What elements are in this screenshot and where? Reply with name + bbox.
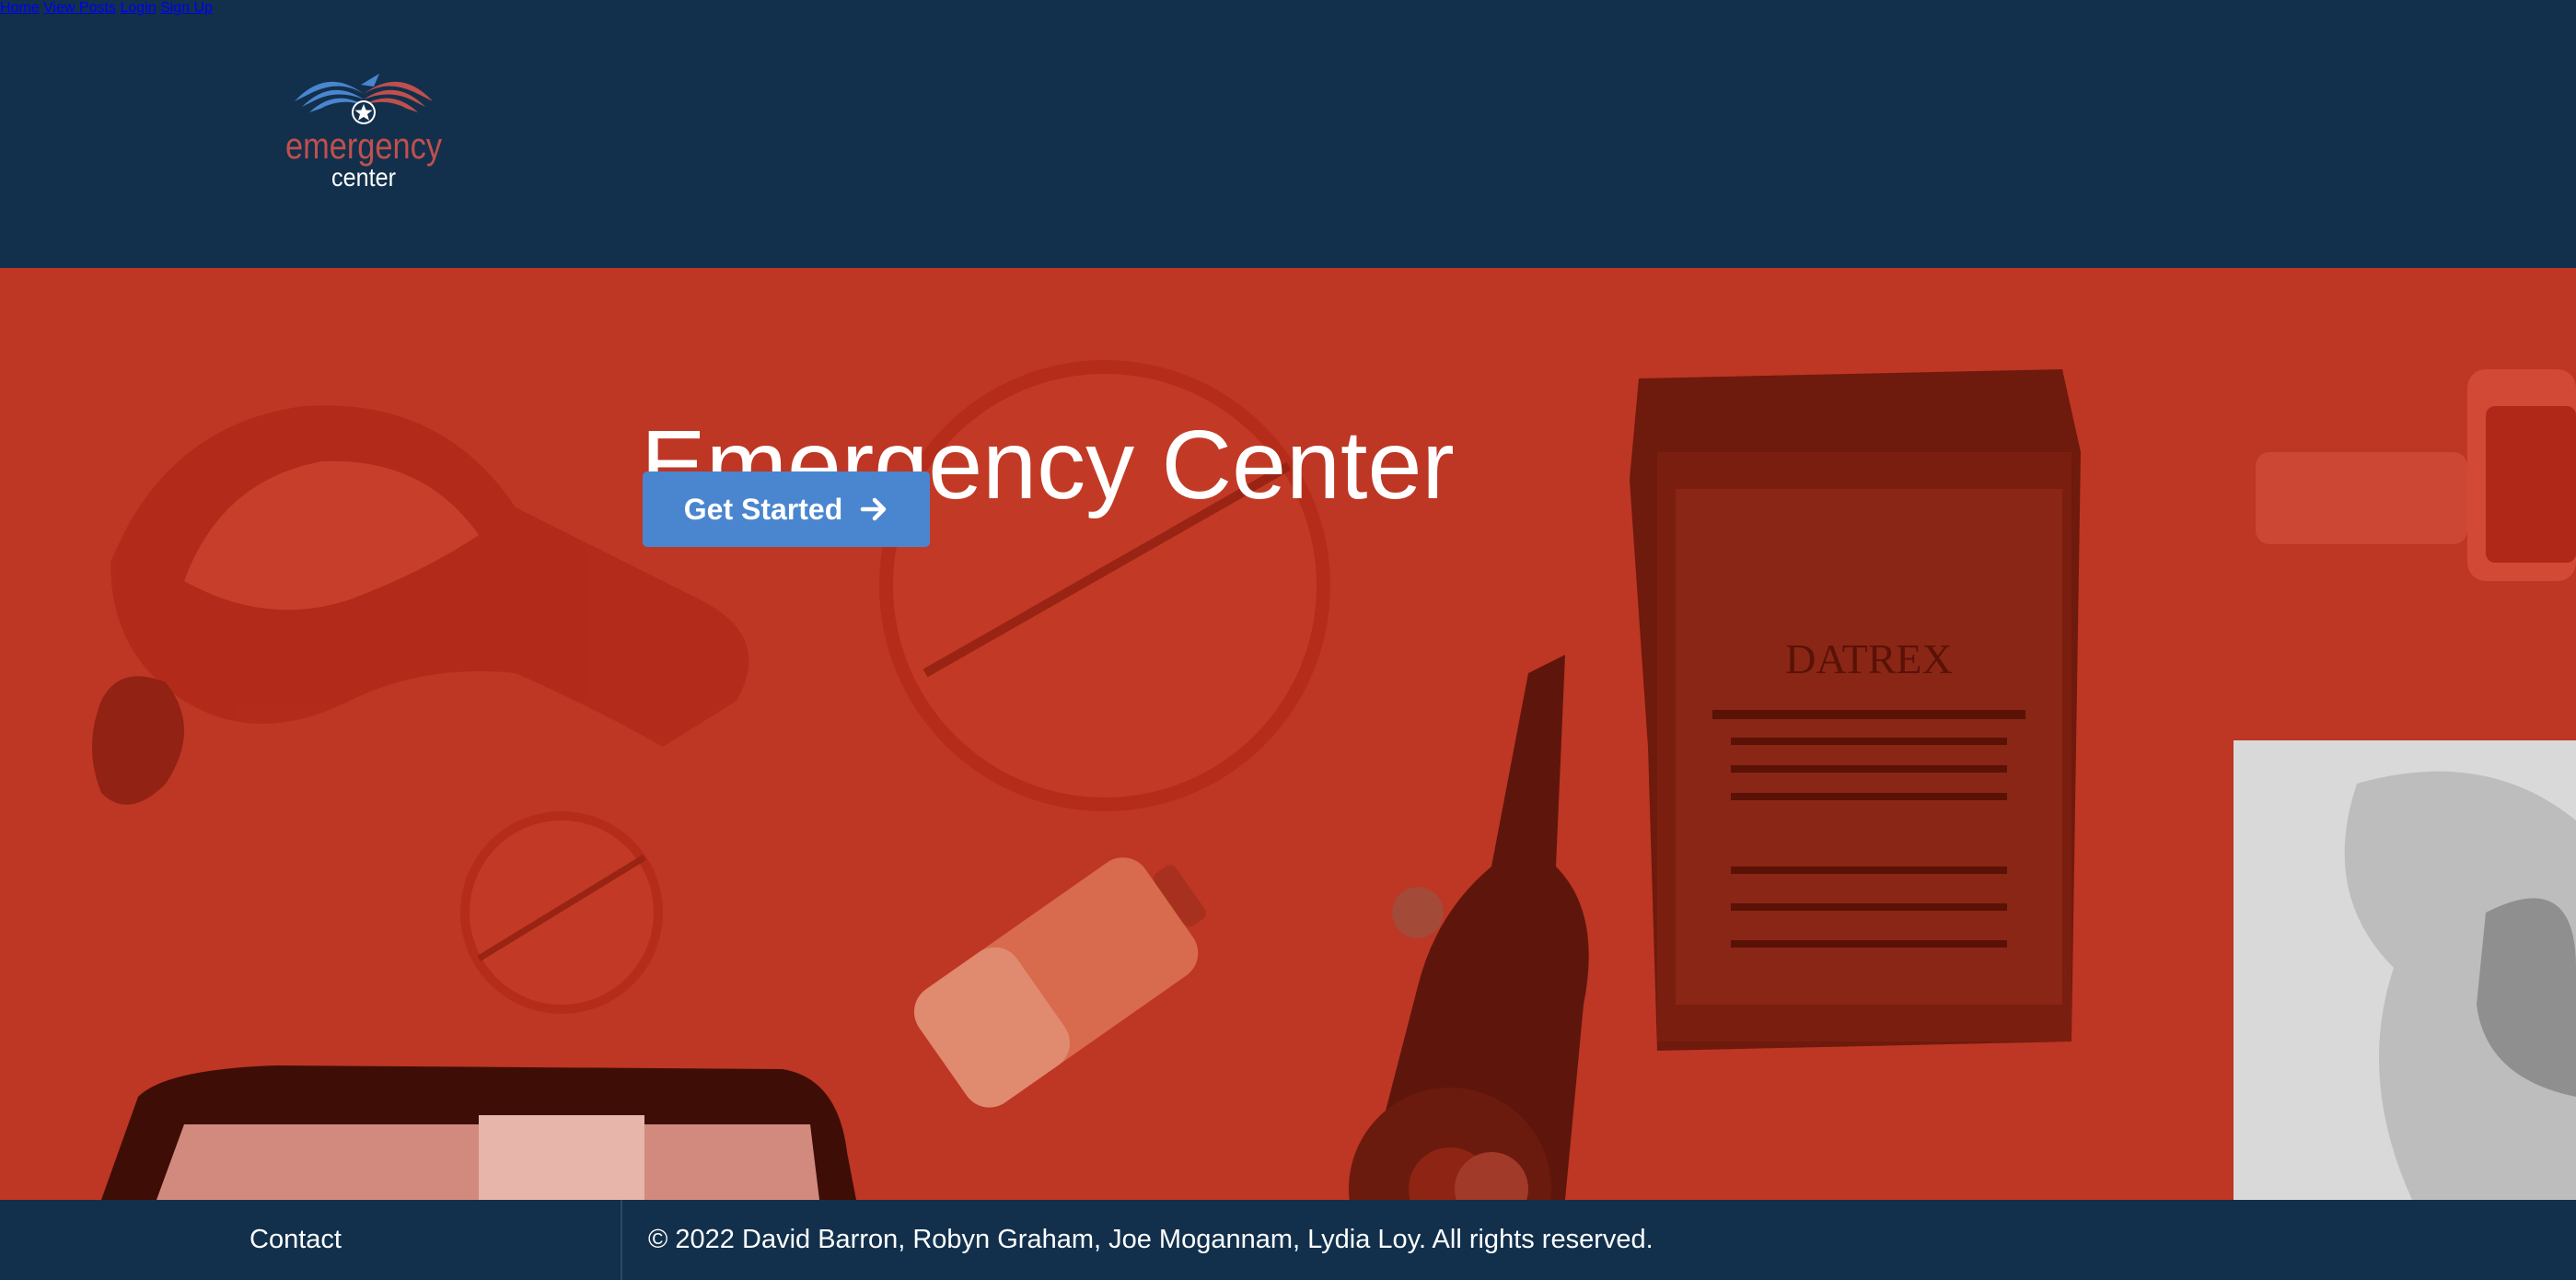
logo-wordmark-line2: center (331, 163, 396, 192)
ration-pack-icon: DATREX (1630, 369, 2081, 1051)
map-photo-icon (2234, 740, 2576, 1200)
arrow-right-icon (859, 495, 888, 524)
site-logo[interactable]: emergency center (276, 66, 451, 195)
main-nav: Home View Posts Login Sign Up (0, 0, 2576, 17)
nav-view-posts[interactable]: View Posts (43, 0, 116, 16)
footer-copyright: © 2022 David Barron, Robyn Graham, Joe M… (648, 1225, 1654, 1254)
nav-home[interactable]: Home (0, 0, 40, 16)
footer-contact-link[interactable]: Contact (249, 1200, 342, 1280)
site-header: emergency center Home View Posts Login S… (0, 0, 2576, 268)
nav-login[interactable]: Login (120, 0, 156, 16)
footer-divider (621, 1200, 622, 1280)
nav-sign-up[interactable]: Sign Up (160, 0, 213, 16)
get-started-button[interactable]: Get Started (643, 471, 930, 547)
first-aid-kit-icon (101, 1065, 856, 1200)
svg-text:DATREX: DATREX (1785, 635, 1952, 682)
small-pill-icon (460, 811, 663, 1014)
site-footer: Contact © 2022 David Barron, Robyn Graha… (0, 1200, 2576, 1280)
hero-section: DATREX Emergency Center Get Started (0, 268, 2576, 1200)
logo-wordmark-line1: emergency (285, 126, 442, 167)
get-started-label: Get Started (683, 492, 843, 526)
eagle-logo-icon: emergency center (285, 74, 442, 192)
